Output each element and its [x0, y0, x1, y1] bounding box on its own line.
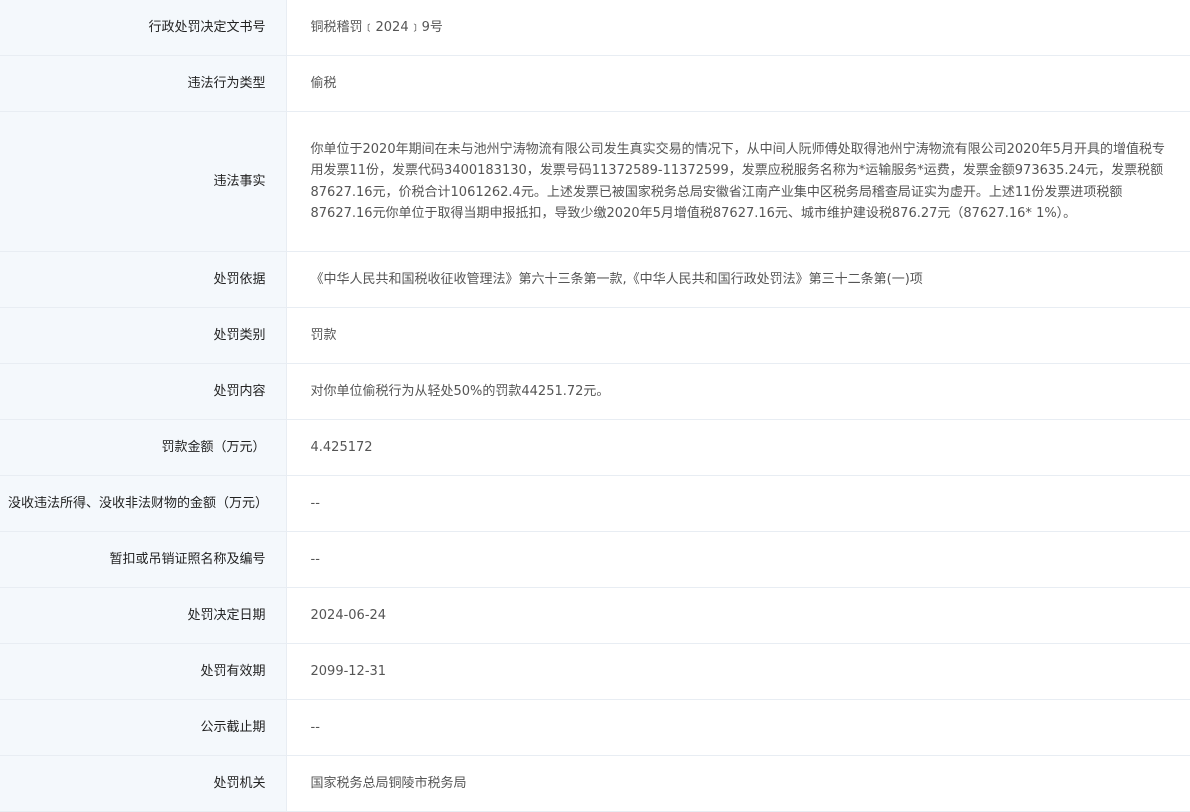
table-row: 处罚机关 国家税务总局铜陵市税务局 — [0, 755, 1190, 812]
row-label-penalty-authority: 处罚机关 — [0, 755, 287, 812]
row-value-violation-facts: 你单位于2020年期间在未与池州宁涛物流有限公司发生真实交易的情况下，从中间人阮… — [286, 111, 1190, 252]
table-row: 公示截止期 -- — [0, 699, 1190, 756]
row-label-fine-amount: 罚款金额（万元） — [0, 419, 287, 476]
table-row: 处罚决定日期 2024-06-24 — [0, 587, 1190, 644]
row-label-penalty-category: 处罚类别 — [0, 307, 287, 364]
row-value-penalty-authority: 国家税务总局铜陵市税务局 — [286, 755, 1190, 812]
table-row: 没收违法所得、没收非法财物的金额（万元） -- — [0, 475, 1190, 532]
table-row: 处罚类别 罚款 — [0, 307, 1190, 364]
row-label-penalty-content: 处罚内容 — [0, 363, 287, 420]
table-row: 处罚依据 《中华人民共和国税收征收管理法》第六十三条第一款,《中华人民共和国行政… — [0, 251, 1190, 308]
row-value-violation-type: 偷税 — [286, 55, 1190, 112]
row-label-license-suspension: 暂扣或吊销证照名称及编号 — [0, 531, 287, 588]
table-row: 暂扣或吊销证照名称及编号 -- — [0, 531, 1190, 588]
row-value-license-suspension: -- — [286, 531, 1190, 588]
row-label-decision-date: 处罚决定日期 — [0, 587, 287, 644]
row-label-penalty-basis: 处罚依据 — [0, 251, 287, 308]
row-label-publicity-deadline: 公示截止期 — [0, 699, 287, 756]
table-row: 处罚内容 对你单位偷税行为从轻处50%的罚款44251.72元。 — [0, 363, 1190, 420]
row-value-penalty-category: 罚款 — [286, 307, 1190, 364]
row-label-confiscation-amount: 没收违法所得、没收非法财物的金额（万元） — [0, 475, 287, 532]
table-row: 违法事实 你单位于2020年期间在未与池州宁涛物流有限公司发生真实交易的情况下，… — [0, 111, 1190, 252]
row-label-validity-period: 处罚有效期 — [0, 643, 287, 700]
row-value-publicity-deadline: -- — [286, 699, 1190, 756]
row-value-penalty-content: 对你单位偷税行为从轻处50%的罚款44251.72元。 — [286, 363, 1190, 420]
table-row: 行政处罚决定文书号 铜税稽罚﹝2024﹞9号 — [0, 0, 1190, 56]
row-value-validity-period: 2099-12-31 — [286, 643, 1190, 700]
row-value-penalty-basis: 《中华人民共和国税收征收管理法》第六十三条第一款,《中华人民共和国行政处罚法》第… — [286, 251, 1190, 308]
row-label-violation-facts: 违法事实 — [0, 111, 287, 252]
row-label-document-number: 行政处罚决定文书号 — [0, 0, 287, 56]
penalty-detail-table: 行政处罚决定文书号 铜税稽罚﹝2024﹞9号 违法行为类型 偷税 违法事实 你单… — [0, 0, 1190, 812]
row-label-violation-type: 违法行为类型 — [0, 55, 287, 112]
table-row: 处罚有效期 2099-12-31 — [0, 643, 1190, 700]
table-row: 罚款金额（万元） 4.425172 — [0, 419, 1190, 476]
row-value-document-number: 铜税稽罚﹝2024﹞9号 — [286, 0, 1190, 56]
row-value-decision-date: 2024-06-24 — [286, 587, 1190, 644]
row-value-fine-amount: 4.425172 — [286, 419, 1190, 476]
row-value-confiscation-amount: -- — [286, 475, 1190, 532]
table-row: 违法行为类型 偷税 — [0, 55, 1190, 112]
